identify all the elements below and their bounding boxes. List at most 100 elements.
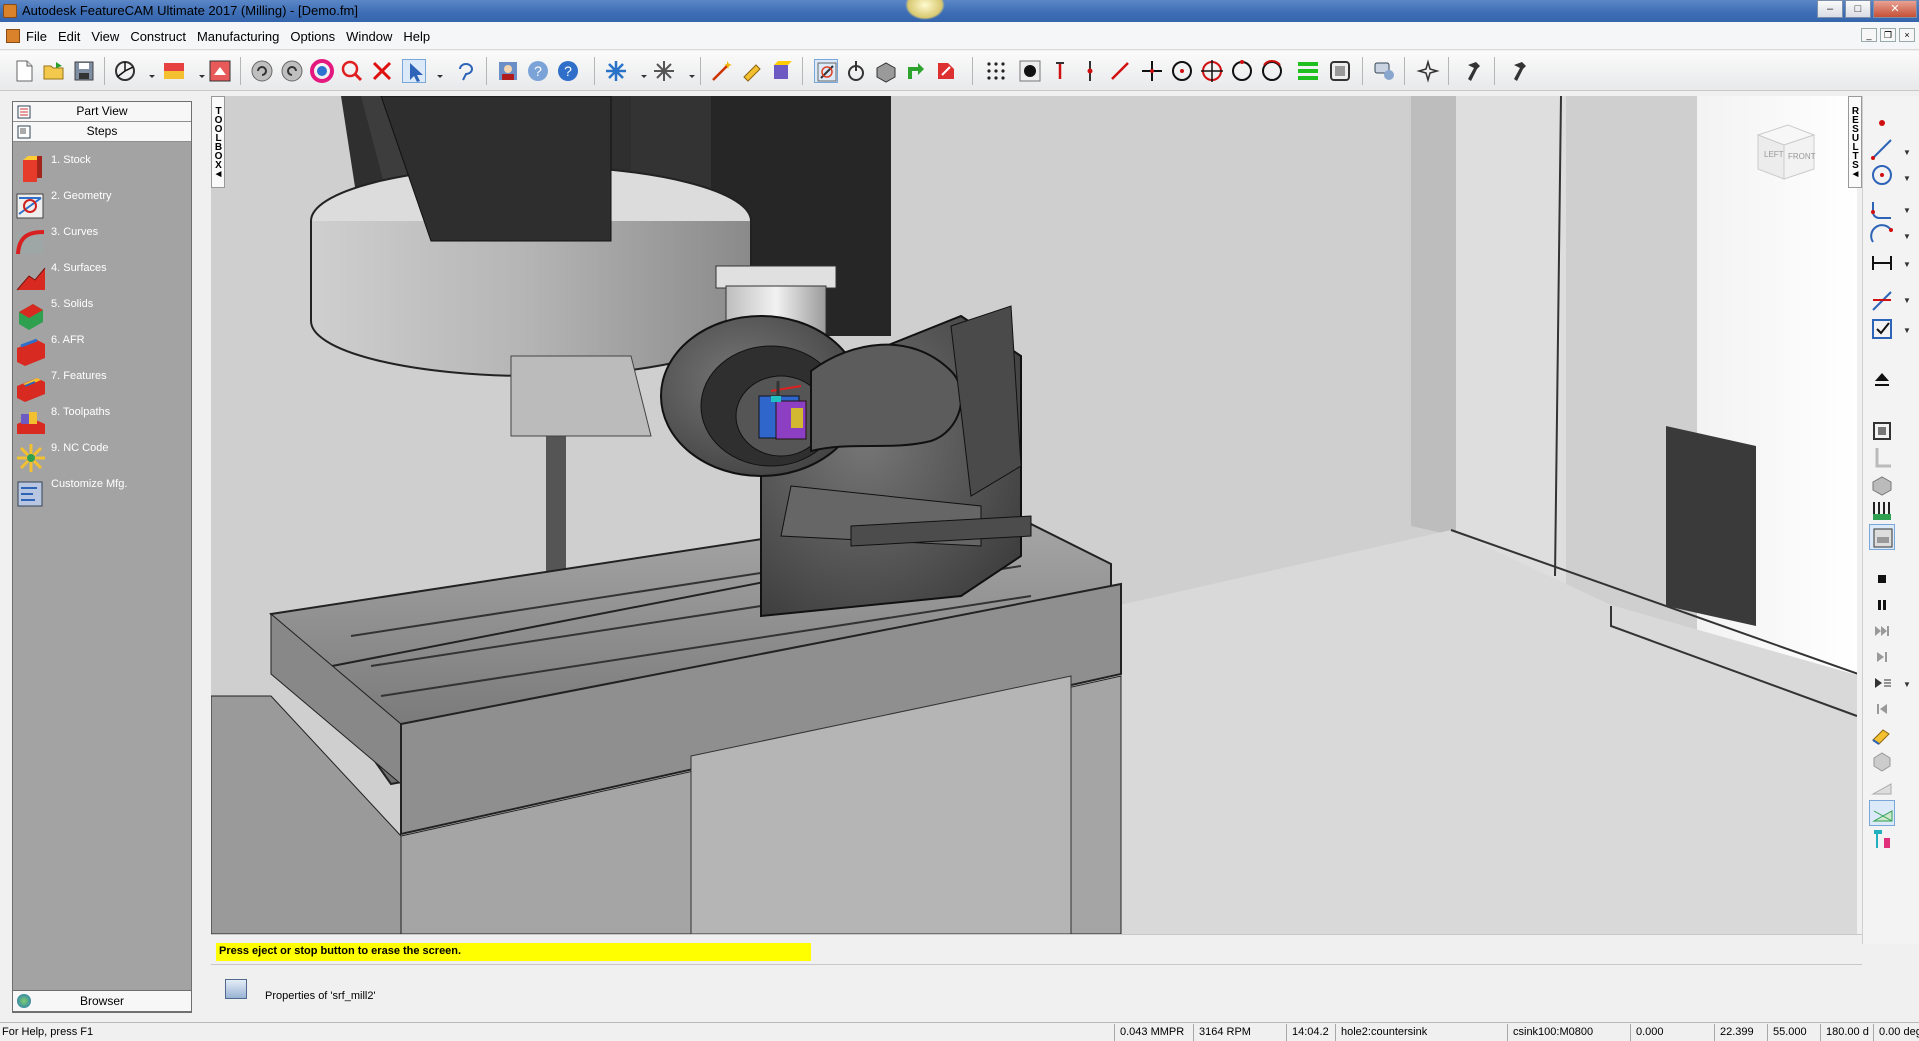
menu-manufacturing[interactable]: Manufacturing [197, 29, 279, 44]
chevron-down-icon[interactable] [632, 59, 647, 83]
pause-icon[interactable] [1869, 592, 1895, 618]
app-icon[interactable] [3, 4, 17, 18]
toolpath-view-icon[interactable] [1869, 800, 1895, 826]
view-cube[interactable]: LEFT FRONT [1750, 117, 1822, 189]
shaded-view-icon[interactable] [1869, 748, 1895, 774]
line-icon[interactable] [1869, 136, 1895, 162]
minimize-button[interactable]: – [1817, 0, 1843, 18]
save-icon[interactable] [72, 59, 96, 83]
eject-icon[interactable] [1869, 366, 1895, 392]
help-cursor-icon[interactable]: ? [526, 59, 550, 83]
help-icon[interactable]: ? [556, 59, 580, 83]
rewind-icon[interactable] [1869, 696, 1895, 722]
step-stock[interactable]: 1. Stock [13, 146, 193, 186]
step-features[interactable]: 7. Features [13, 362, 193, 402]
show-fixture-icon[interactable] [1869, 498, 1895, 524]
color-wheel-icon[interactable] [310, 59, 334, 83]
hammer-icon[interactable] [1508, 59, 1532, 83]
chat-icon[interactable] [1372, 59, 1396, 83]
show-tool-icon[interactable] [1869, 418, 1895, 444]
wizard-icon[interactable] [740, 59, 764, 83]
stock-block-icon[interactable] [874, 59, 898, 83]
point-icon[interactable] [1869, 110, 1895, 136]
magic-wand-icon[interactable] [710, 59, 734, 83]
menu-options[interactable]: Options [290, 29, 335, 44]
stop-icon[interactable] [1869, 566, 1895, 592]
menu-window[interactable]: Window [346, 29, 392, 44]
arc-icon[interactable] [1869, 222, 1895, 248]
tool-color-icon[interactable] [1869, 826, 1895, 852]
sparkle-icon[interactable] [1416, 59, 1440, 83]
chevron-down-icon[interactable] [190, 59, 205, 83]
post-process-icon[interactable] [934, 59, 958, 83]
layers-icon[interactable] [1296, 59, 1320, 83]
dimension-icon[interactable] [1869, 250, 1895, 276]
record-icon[interactable] [1018, 59, 1042, 83]
user-properties-icon[interactable] [496, 59, 520, 83]
mdi-restore-button[interactable]: ❐ [1880, 28, 1896, 42]
zoom-icon[interactable] [340, 59, 364, 83]
chevron-down-icon[interactable] [140, 59, 155, 83]
browser-tab[interactable]: Browser [12, 990, 192, 1012]
3d-viewport[interactable] [211, 96, 1857, 934]
circle-center-icon[interactable] [1170, 59, 1194, 83]
step-nc-code[interactable]: 9. NC Code [13, 434, 193, 474]
hammer-icon[interactable] [1462, 59, 1486, 83]
play-icon[interactable] [1869, 670, 1895, 696]
show-machine-icon[interactable] [1869, 524, 1895, 550]
lasso-icon[interactable] [454, 59, 478, 83]
show-stock-icon[interactable] [1869, 472, 1895, 498]
results-tab[interactable]: RESULTS◄ [1848, 96, 1862, 188]
export-nc-icon[interactable] [904, 59, 928, 83]
feature-box-icon[interactable] [770, 59, 794, 83]
coordinate-system-icon[interactable] [113, 59, 137, 83]
redo-icon[interactable] [280, 59, 304, 83]
step-solids[interactable]: 5. Solids [13, 290, 193, 330]
wireframe-view-icon[interactable] [1869, 774, 1895, 800]
open-folder-icon[interactable] [42, 59, 66, 83]
step-curves[interactable]: 3. Curves [13, 218, 193, 258]
setup-icon[interactable] [1328, 59, 1352, 83]
arc-icon[interactable] [1260, 59, 1284, 83]
step-toolpaths[interactable]: 8. Toolpaths [13, 398, 193, 438]
line-tool-icon[interactable] [1108, 59, 1132, 83]
trim-icon[interactable] [1869, 288, 1895, 314]
step-afr[interactable]: 6. AFR [13, 326, 193, 366]
new-file-icon[interactable] [12, 59, 36, 83]
close-button[interactable]: ✕ [1873, 0, 1917, 18]
tool-vertical-icon[interactable] [1048, 59, 1072, 83]
mdi-close-button[interactable]: × [1899, 28, 1915, 42]
color-palette-icon[interactable] [162, 59, 186, 83]
step-geometry[interactable]: 2. Geometry [13, 182, 193, 222]
step-surfaces[interactable]: 4. Surfaces [13, 254, 193, 294]
step-forward-icon[interactable] [1869, 644, 1895, 670]
fillet-icon[interactable] [1869, 196, 1895, 222]
circle-cross-icon[interactable] [1200, 59, 1224, 83]
undo-icon[interactable] [250, 59, 274, 83]
circle-tangent-icon[interactable] [1230, 59, 1254, 83]
snap-grid-icon[interactable] [652, 59, 676, 83]
delete-icon[interactable] [370, 59, 394, 83]
select-pointer-icon[interactable] [402, 59, 426, 83]
check-box-icon[interactable] [1869, 316, 1895, 342]
show-dots-icon[interactable] [984, 59, 1008, 83]
properties-icon[interactable] [225, 979, 247, 999]
circle-icon[interactable] [1869, 162, 1895, 188]
snap-point-icon[interactable] [604, 59, 628, 83]
solid-box-icon[interactable] [208, 59, 232, 83]
tool-axis-icon[interactable] [1078, 59, 1102, 83]
part-view-tab[interactable]: Part View [13, 102, 191, 122]
toolbox-tab[interactable]: TOOLBOX◄ [211, 96, 225, 188]
menu-help[interactable]: Help [403, 29, 430, 44]
chevron-down-icon[interactable] [428, 59, 443, 83]
fast-forward-icon[interactable] [1869, 618, 1895, 644]
step-customize-mfg[interactable]: Customize Mfg. [13, 470, 193, 510]
maximize-button[interactable]: □ [1845, 0, 1871, 18]
menu-view[interactable]: View [91, 29, 119, 44]
menu-file[interactable]: File [26, 29, 47, 44]
eraser-icon[interactable] [1869, 722, 1895, 748]
menu-construct[interactable]: Construct [130, 29, 186, 44]
cross-point-icon[interactable] [1140, 59, 1164, 83]
mdi-minimize-button[interactable]: _ [1861, 28, 1877, 42]
show-holder-icon[interactable] [1869, 444, 1895, 470]
